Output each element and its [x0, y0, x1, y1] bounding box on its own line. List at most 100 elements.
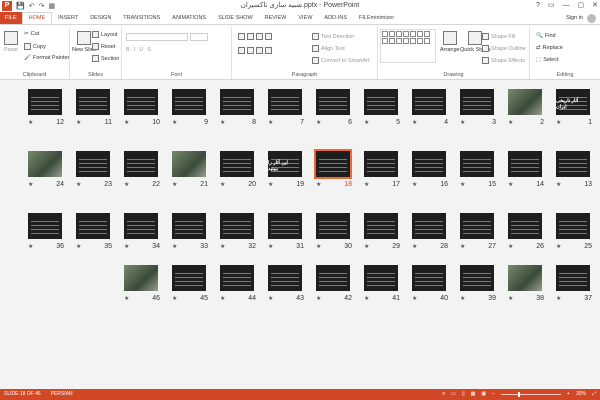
zoom-slider-knob[interactable]	[518, 392, 521, 397]
signin-link[interactable]: Sign in	[566, 12, 583, 24]
slide-thumbnail[interactable]	[460, 213, 494, 239]
transition-star-icon[interactable]: ★	[316, 181, 321, 188]
maximize-button[interactable]: ▢	[578, 0, 585, 12]
transition-star-icon[interactable]: ★	[124, 119, 129, 126]
transition-star-icon[interactable]: ★	[124, 243, 129, 250]
slide-thumbnail[interactable]	[220, 265, 254, 291]
slide-thumbnail[interactable]	[460, 265, 494, 291]
transition-star-icon[interactable]: ★	[556, 295, 561, 302]
slide-thumbnail[interactable]	[412, 151, 446, 177]
transition-star-icon[interactable]: ★	[76, 119, 81, 126]
slide-thumbnail[interactable]	[124, 213, 158, 239]
slide-thumbnail[interactable]	[124, 265, 158, 291]
transition-star-icon[interactable]: ★	[76, 181, 81, 188]
slide-thumbnail[interactable]	[508, 151, 542, 177]
tab-review[interactable]: REVIEW	[259, 12, 293, 24]
transition-star-icon[interactable]: ★	[412, 243, 417, 250]
transition-star-icon[interactable]: ★	[460, 295, 465, 302]
transition-star-icon[interactable]: ★	[172, 243, 177, 250]
alignment-buttons[interactable]	[238, 47, 272, 54]
transition-star-icon[interactable]: ★	[316, 243, 321, 250]
comments-icon[interactable]: ▭	[451, 389, 456, 400]
shapes-gallery[interactable]	[380, 29, 436, 63]
section-button[interactable]: Section	[92, 55, 119, 62]
transition-star-icon[interactable]: ★	[220, 295, 225, 302]
convert-smartart-button[interactable]: Convert to SmartArt	[312, 57, 370, 64]
shape-outline-button[interactable]: Shape Outline	[482, 45, 526, 52]
language-indicator[interactable]: PERSIAN	[51, 389, 73, 400]
shape-item[interactable]	[410, 31, 416, 37]
slide-thumbnail[interactable]	[28, 151, 62, 177]
indent-icon[interactable]	[256, 33, 263, 40]
transition-star-icon[interactable]: ★	[268, 119, 273, 126]
shape-item[interactable]	[424, 31, 430, 37]
shape-item[interactable]	[382, 38, 388, 44]
slide-thumbnail[interactable]	[316, 265, 350, 291]
slide-thumbnail[interactable]	[508, 89, 542, 115]
transition-star-icon[interactable]: ★	[316, 295, 321, 302]
transition-star-icon[interactable]: ★	[220, 243, 225, 250]
transition-star-icon[interactable]: ★	[556, 119, 561, 126]
transition-star-icon[interactable]: ★	[364, 181, 369, 188]
slide-thumbnail[interactable]	[460, 89, 494, 115]
slide-thumbnail[interactable]	[172, 213, 206, 239]
shape-item[interactable]	[417, 38, 423, 44]
tab-insert[interactable]: INSERT	[52, 12, 84, 24]
slide-thumbnail[interactable]	[76, 213, 110, 239]
slide-thumbnail[interactable]	[76, 151, 110, 177]
transition-star-icon[interactable]: ★	[412, 119, 417, 126]
undo-icon[interactable]: ↶	[29, 2, 35, 10]
font-format-buttons[interactable]: BIUS	[126, 47, 153, 53]
slide-thumbnail[interactable]: آثار تاریخی ایران	[556, 89, 590, 115]
arrange-button[interactable]: Arrange	[440, 31, 460, 53]
slide-thumbnail[interactable]	[364, 151, 398, 177]
slide-thumbnail[interactable]	[316, 89, 350, 115]
align-left-icon[interactable]	[238, 47, 245, 54]
replace-button[interactable]: ⇄ Replace	[536, 45, 563, 51]
transition-star-icon[interactable]: ★	[508, 119, 513, 126]
format-painter-button[interactable]: 🖌 Format Painter	[24, 55, 69, 61]
slide-thumbnail[interactable]	[364, 213, 398, 239]
justify-icon[interactable]	[265, 47, 272, 54]
reading-view-icon[interactable]: ▣	[481, 389, 486, 400]
tab-fileminimizer[interactable]: FILEminimizer	[353, 12, 400, 24]
transition-star-icon[interactable]: ★	[508, 243, 513, 250]
tab-view[interactable]: VIEW	[292, 12, 318, 24]
find-button[interactable]: 🔍 Find	[536, 33, 556, 39]
slide-thumbnail[interactable]	[268, 213, 302, 239]
slide-thumbnail[interactable]	[268, 265, 302, 291]
transition-star-icon[interactable]: ★	[124, 295, 129, 302]
shape-item[interactable]	[396, 31, 402, 37]
transition-star-icon[interactable]: ★	[556, 181, 561, 188]
redo-icon[interactable]: ↷	[39, 2, 45, 10]
transition-star-icon[interactable]: ★	[508, 181, 513, 188]
slide-thumbnail[interactable]	[364, 89, 398, 115]
tab-design[interactable]: DESIGN	[84, 12, 117, 24]
shape-item[interactable]	[403, 38, 409, 44]
transition-star-icon[interactable]: ★	[412, 181, 417, 188]
zoom-slider[interactable]	[501, 392, 562, 397]
slide-thumbnail[interactable]	[172, 89, 206, 115]
align-center-icon[interactable]	[247, 47, 254, 54]
start-slideshow-icon[interactable]: ▦	[48, 2, 55, 10]
slide-thumbnail[interactable]	[412, 213, 446, 239]
numbering-icon[interactable]	[247, 33, 254, 40]
bold-icon[interactable]: B	[126, 47, 132, 53]
bullets-buttons[interactable]	[238, 33, 272, 40]
slide-thumbnail[interactable]	[316, 213, 350, 239]
slide-thumbnail[interactable]	[124, 151, 158, 177]
transition-star-icon[interactable]: ★	[124, 181, 129, 188]
copy-button[interactable]: Copy	[24, 43, 46, 50]
select-button[interactable]: ⬚ Select	[536, 57, 559, 63]
slide-thumbnail[interactable]	[28, 213, 62, 239]
zoom-out-button[interactable]: −	[492, 389, 495, 400]
cut-button[interactable]: ✂ Cut	[24, 31, 39, 37]
bullets-icon[interactable]	[238, 33, 245, 40]
slide-thumbnail[interactable]	[28, 89, 62, 115]
transition-star-icon[interactable]: ★	[172, 295, 177, 302]
outdent-icon[interactable]	[265, 33, 272, 40]
close-button[interactable]: ✕	[592, 0, 598, 12]
slide-thumbnail[interactable]	[220, 151, 254, 177]
transition-star-icon[interactable]: ★	[28, 243, 33, 250]
slide-thumbnail[interactable]	[268, 89, 302, 115]
